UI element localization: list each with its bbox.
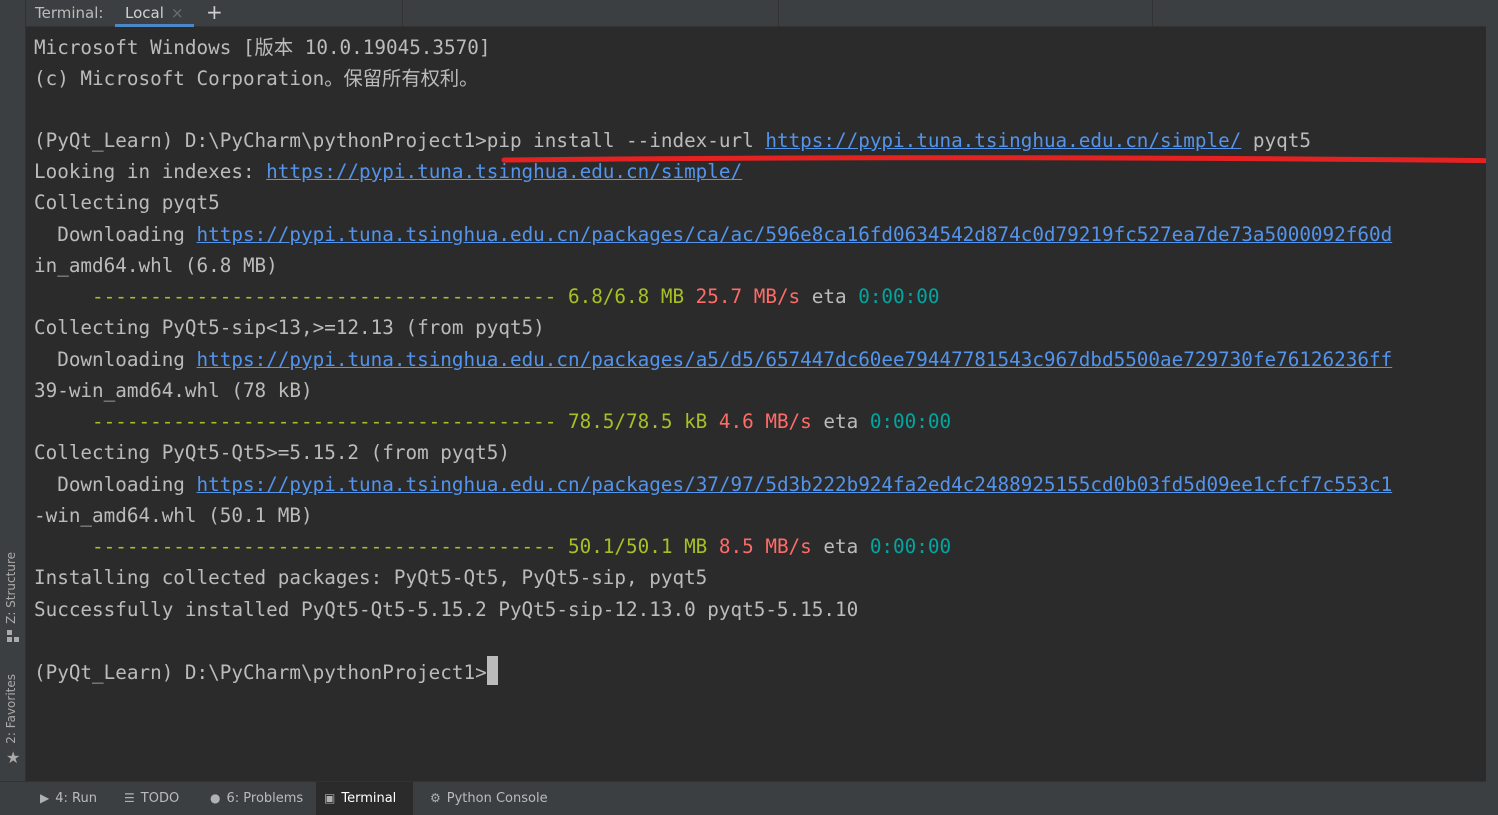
terminal-line: Downloading https://pypi.tuna.tsinghua.e…: [34, 469, 1392, 500]
progress-bar: ----------------------------------------: [34, 410, 557, 433]
star-icon: ★: [6, 748, 21, 767]
bottom-tool-bar: ▶ 4: Run ☰ TODO ● 6: Problems ▣ Terminal ⚙ Py…: [0, 781, 1486, 815]
collecting-text: Collecting pyqt5: [34, 191, 220, 214]
progress-line: ----------------------------------------…: [34, 531, 951, 562]
package-url-link[interactable]: https://pypi.tuna.tsinghua.edu.cn/packag…: [197, 348, 1393, 371]
eta-label: eta: [811, 535, 870, 558]
terminal-icon: ▣: [324, 791, 336, 805]
right-tool-strip: [1486, 0, 1498, 815]
download-speed: 25.7 MB/s: [684, 285, 801, 308]
terminal-output[interactable]: Microsoft Windows [版本 10.0.19045.3570] (…: [26, 27, 1486, 781]
terminal-line: Successfully installed PyQt5-Qt5-5.15.2 …: [34, 594, 858, 625]
copyright-text: (c) Microsoft Corporation。保留所有权利。: [34, 67, 479, 90]
problems-tool-label: 6: Problems: [226, 791, 304, 806]
terminal-line: Microsoft Windows [版本 10.0.19045.3570]: [34, 32, 490, 63]
left-tool-strip: Z: Structure 2: Favorites ★: [0, 0, 26, 781]
command-package-text: pyqt5: [1241, 129, 1311, 152]
terminal-line: Downloading https://pypi.tuna.tsinghua.e…: [34, 344, 1392, 375]
eta-value: 0:00:00: [858, 285, 940, 308]
progress-line: ----------------------------------------…: [34, 281, 939, 312]
structure-icon: [7, 630, 19, 646]
favorites-tool-label: 2: Favorites: [4, 674, 18, 744]
eta-value: 0:00:00: [869, 535, 952, 558]
todo-tool-label: TODO: [140, 791, 180, 806]
collecting-text: Collecting PyQt5-Qt5>=5.15.2 (from pyqt5…: [34, 441, 510, 464]
index-url-link[interactable]: https://pypi.tuna.tsinghua.edu.cn/simple…: [765, 129, 1241, 152]
prompt-text: (PyQt_Learn) D:\PyCharm\pythonProject1>: [34, 129, 487, 152]
success-text: Successfully installed PyQt5-Qt5-5.15.2 …: [34, 598, 859, 621]
terminal-line: Installing collected packages: PyQt5-Qt5…: [34, 562, 707, 593]
package-file-text: -win_amd64.whl (50.1 MB): [34, 504, 313, 527]
terminal-line: 39-win_amd64.whl (78 kB): [34, 375, 313, 406]
os-version-text: Microsoft Windows [版本 10.0.19045.3570]: [34, 36, 491, 59]
terminal-line: Collecting pyqt5: [34, 187, 220, 218]
terminal-line: (PyQt_Learn) D:\PyCharm\pythonProject1>: [34, 656, 498, 687]
downloading-text: Downloading: [34, 473, 197, 496]
todo-icon: ☰: [124, 791, 135, 805]
command-text: pip install --index-url: [486, 129, 766, 152]
python-console-tool-label: Python Console: [446, 791, 548, 806]
terminal-tool-label: Terminal: [341, 791, 397, 806]
installing-text: Installing collected packages: PyQt5-Qt5…: [34, 566, 708, 589]
progress-line: ----------------------------------------…: [34, 406, 951, 437]
prompt-text: (PyQt_Learn) D:\PyCharm\pythonProject1>: [34, 661, 487, 684]
tab-local[interactable]: Local ×: [115, 0, 194, 27]
favorites-tool-button[interactable]: 2: Favorites ★: [0, 670, 26, 770]
terminal-line: Collecting PyQt5-Qt5>=5.15.2 (from pyqt5…: [34, 437, 510, 468]
looking-in-indexes-text: Looking in indexes:: [34, 160, 267, 183]
run-tool-label: 4: Run: [55, 791, 97, 806]
progress-bar: ----------------------------------------: [34, 285, 557, 308]
terminal-line: (PyQt_Learn) D:\PyCharm\pythonProject1>p…: [34, 125, 1311, 156]
eta-label: eta: [800, 285, 859, 308]
collecting-text: Collecting PyQt5-sip<13,>=12.13 (from py…: [34, 316, 545, 339]
run-icon: ▶: [40, 791, 50, 805]
package-url-link[interactable]: https://pypi.tuna.tsinghua.edu.cn/packag…: [197, 473, 1393, 496]
terminal-line: Downloading https://pypi.tuna.tsinghua.e…: [34, 219, 1392, 250]
download-speed: 4.6 MB/s: [707, 410, 812, 433]
package-file-text: 39-win_amd64.whl (78 kB): [34, 379, 313, 402]
terminal-tab-bar: Terminal: Local × +: [26, 0, 1486, 27]
progress-bar: ----------------------------------------: [34, 535, 557, 558]
terminal-line: (c) Microsoft Corporation。保留所有权利。: [34, 63, 478, 94]
package-url-link[interactable]: https://pypi.tuna.tsinghua.edu.cn/packag…: [197, 223, 1393, 246]
progress-size: 50.1/50.1 MB: [556, 535, 708, 558]
problems-tool-button[interactable]: ● 6: Problems: [202, 782, 311, 815]
python-console-tool-button[interactable]: ⚙ Python Console: [422, 782, 556, 815]
todo-tool-button[interactable]: ☰ TODO: [116, 782, 187, 815]
downloading-text: Downloading: [34, 348, 197, 371]
text-cursor: [486, 656, 498, 685]
tab-bar-divider: [1152, 0, 1153, 27]
downloading-text: Downloading: [34, 223, 197, 246]
structure-tool-button[interactable]: Z: Structure: [0, 548, 26, 648]
terminal-line: Collecting PyQt5-sip<13,>=12.13 (from py…: [34, 312, 545, 343]
eta-label: eta: [811, 410, 870, 433]
problems-icon: ●: [210, 791, 221, 805]
eta-value: 0:00:00: [869, 410, 952, 433]
terminal-line: in_amd64.whl (6.8 MB): [34, 250, 278, 281]
add-icon[interactable]: +: [206, 0, 223, 24]
download-speed: 8.5 MB/s: [707, 535, 812, 558]
close-icon[interactable]: ×: [171, 4, 184, 22]
package-file-text: in_amd64.whl (6.8 MB): [34, 254, 278, 277]
terminal-caption: Terminal:: [35, 4, 104, 22]
tab-bar-divider: [402, 0, 403, 27]
progress-size: 6.8/6.8 MB: [556, 285, 685, 308]
run-tool-button[interactable]: ▶ 4: Run: [32, 782, 105, 815]
progress-size: 78.5/78.5 kB: [556, 410, 708, 433]
structure-tool-label: Z: Structure: [4, 552, 18, 624]
python-icon: ⚙: [430, 791, 441, 805]
terminal-line: -win_amd64.whl (50.1 MB): [34, 500, 313, 531]
tab-local-label: Local: [125, 4, 164, 22]
terminal-tool-button[interactable]: ▣ Terminal: [316, 782, 413, 815]
tab-bar-divider: [778, 0, 779, 27]
annotation-underline: [501, 155, 1486, 164]
